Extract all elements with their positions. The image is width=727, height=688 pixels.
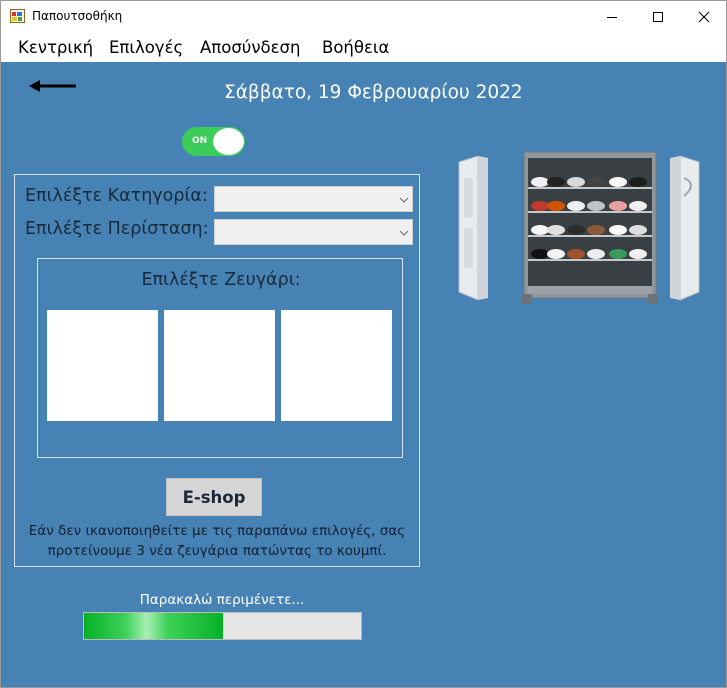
pairs-title: Επιλέξτε Ζευγάρι: <box>141 270 301 290</box>
category-label: Επιλέξτε Κατηγορία: <box>25 186 208 206</box>
wait-label: Παρακαλώ περιμένετε... <box>139 592 305 608</box>
shoe-cabinet-image <box>456 148 702 308</box>
occasion-label: Επιλέξτε Περίσταση: <box>25 219 209 239</box>
progress-bar-fill <box>84 613 223 639</box>
eshop-button[interactable]: E-shop <box>166 478 262 516</box>
date-label: Σάββατο, 19 Φεβρουαρίου 2022 <box>224 82 523 103</box>
menu-item-home[interactable]: Κεντρική <box>18 38 93 57</box>
shoe-pair-slot-2[interactable] <box>164 310 275 421</box>
shoe-pair-slot-1[interactable] <box>47 310 158 421</box>
menu-item-options[interactable]: Επιλογές <box>109 38 183 57</box>
close-button[interactable] <box>681 1 726 32</box>
menu-item-help[interactable]: Βοήθεια <box>322 38 389 57</box>
eshop-hint-line-2: προτείνουμε 3 νέα ζευγάρια πατώντας το κ… <box>47 543 387 559</box>
left-arrow-icon <box>29 80 76 92</box>
app-window: Παπουτσοθήκη Κεντρική Επιλογές Αποσύνδεσ… <box>0 0 727 688</box>
progress-bar <box>83 612 362 640</box>
eshop-hint: Εάν δεν ικανοποιηθείτε με τις παραπάνω ε… <box>14 521 420 561</box>
window-title: Παπουτσοθήκη <box>32 9 123 23</box>
chevron-down-icon <box>399 230 409 236</box>
back-button[interactable] <box>27 78 77 94</box>
toggle-knob <box>213 128 244 155</box>
category-select[interactable] <box>214 186 413 212</box>
toggle-label: ON <box>192 136 208 146</box>
app-icon <box>10 9 25 23</box>
close-icon <box>698 11 710 22</box>
chevron-down-icon <box>399 197 409 203</box>
menu-bar: Κεντρική Επιλογές Αποσύνδεση Βοήθεια <box>1 32 726 62</box>
minimize-button-2[interactable] <box>589 1 635 32</box>
main-content: Σάββατο, 19 Φεβρουαρίου 2022 ON Επιλέξτε… <box>1 62 726 687</box>
occasion-select[interactable] <box>214 219 413 245</box>
on-off-toggle[interactable]: ON <box>182 127 245 156</box>
shoe-pair-slot-3[interactable] <box>281 310 392 421</box>
maximize-button[interactable] <box>635 1 681 32</box>
minimize-icon <box>607 16 617 18</box>
eshop-hint-line-1: Εάν δεν ικανοποιηθείτε με τις παραπάνω ε… <box>28 523 406 539</box>
maximize-icon <box>653 11 663 22</box>
pair-selection-group: Επιλέξτε Ζευγάρι: <box>37 258 403 458</box>
menu-item-logout[interactable]: Αποσύνδεση <box>200 38 300 57</box>
title-bar[interactable]: Παπουτσοθήκη <box>1 1 726 32</box>
